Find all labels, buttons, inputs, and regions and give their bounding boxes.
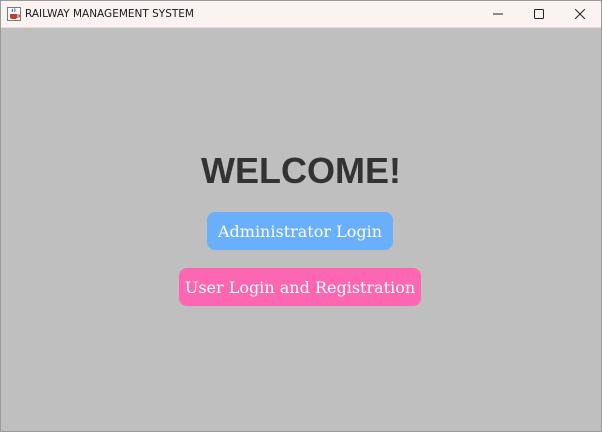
close-button[interactable] bbox=[560, 1, 600, 27]
title-bar[interactable]: RAILWAY MANAGEMENT SYSTEM bbox=[1, 1, 601, 28]
close-icon bbox=[575, 9, 585, 19]
app-window: RAILWAY MANAGEMENT SYSTEM WELCOME! Admin… bbox=[0, 0, 602, 432]
minimize-icon bbox=[493, 9, 503, 19]
minimize-button[interactable] bbox=[478, 1, 518, 27]
maximize-icon bbox=[534, 9, 544, 19]
window-title: RAILWAY MANAGEMENT SYSTEM bbox=[25, 8, 194, 20]
user-login-registration-button[interactable]: User Login and Registration bbox=[179, 268, 421, 306]
java-cup-icon bbox=[7, 7, 21, 21]
welcome-heading: WELCOME! bbox=[201, 150, 401, 191]
maximize-button[interactable] bbox=[519, 1, 559, 27]
administrator-login-button[interactable]: Administrator Login bbox=[207, 212, 393, 250]
main-panel: WELCOME! Administrator Login User Login … bbox=[1, 28, 601, 431]
